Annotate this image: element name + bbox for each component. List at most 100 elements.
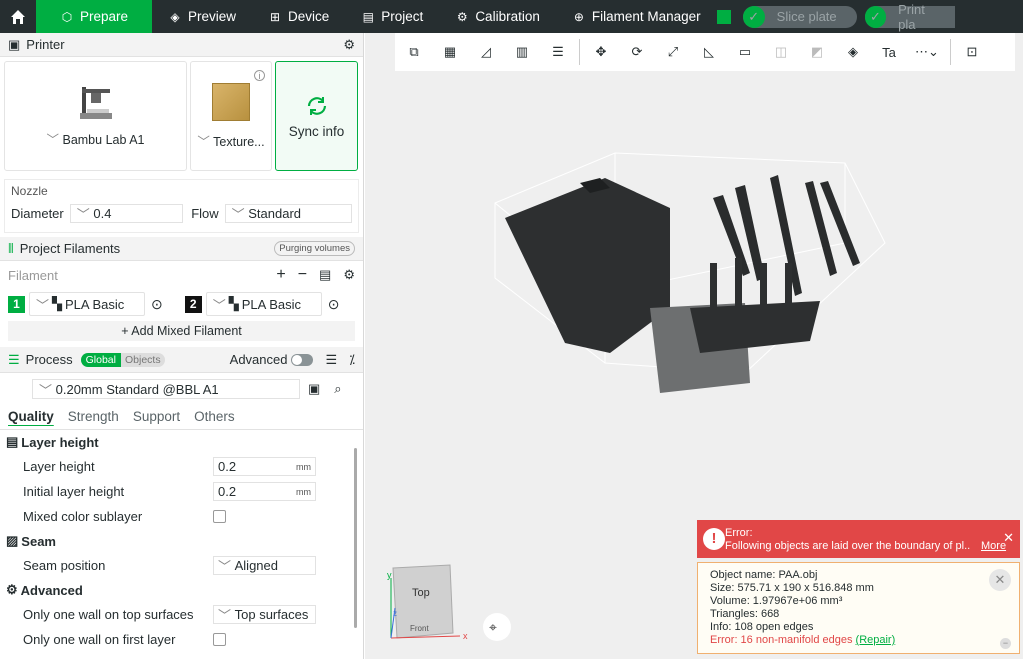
cut-icon[interactable]: ▭ bbox=[730, 37, 760, 67]
tab-preview[interactable]: ◈ Preview bbox=[152, 0, 252, 33]
advanced-toggle[interactable] bbox=[291, 353, 314, 366]
printer-image-icon bbox=[79, 86, 112, 119]
tab-device[interactable]: ⊞ Device bbox=[252, 0, 345, 33]
filament-toolbar: Filament + − ▤ ⚙ bbox=[8, 266, 355, 284]
tab-project[interactable]: ▤ Project bbox=[345, 0, 439, 33]
spool-icon: ▚ bbox=[52, 296, 63, 311]
close-icon[interactable]: ✕ bbox=[989, 569, 1011, 591]
advanced-group: ⚙ Advanced bbox=[6, 582, 83, 598]
move-icon[interactable]: ✥ bbox=[586, 37, 616, 67]
repair-link[interactable]: (Repair) bbox=[856, 634, 896, 646]
process-preset-select[interactable]: ﹀ 0.20mm Standard @BBL A1 bbox=[32, 379, 300, 399]
sync-filament-icon[interactable]: ▤ bbox=[319, 267, 331, 283]
boolean-icon[interactable]: ◫ bbox=[766, 37, 796, 67]
tab-strength[interactable]: Strength bbox=[68, 409, 119, 424]
support-paint-icon[interactable]: ◩ bbox=[802, 37, 832, 67]
tab-quality[interactable]: Quality bbox=[8, 409, 54, 424]
scrollbar[interactable] bbox=[354, 448, 357, 628]
add-icon[interactable]: + bbox=[276, 266, 285, 284]
save-icon[interactable]: ▣ bbox=[308, 381, 320, 397]
collapse-icon[interactable]: − bbox=[1000, 638, 1011, 649]
color-paint-icon[interactable]: ◈ bbox=[838, 37, 868, 67]
print-plate-button[interactable]: ✓ Print pla bbox=[864, 2, 955, 32]
compare-icon[interactable]: ⁒ bbox=[349, 352, 355, 368]
diameter-select[interactable]: ﹀ 0.4 bbox=[69, 204, 184, 223]
assembly-view-icon[interactable]: ⊡ bbox=[957, 37, 987, 67]
close-icon[interactable]: ✕ bbox=[1003, 530, 1014, 546]
plate-select[interactable]: i ﹀ Texture... bbox=[190, 61, 272, 171]
view-cube[interactable]: Top Front x y z bbox=[387, 564, 468, 641]
scale-icon[interactable]: ⤢ bbox=[658, 37, 688, 67]
toolbar: ⧉ ▦ ◿ ▥ ☰ ✥ ⟳ ⤢ ◺ ▭ ◫ ◩ ◈ Ta ⋯⌄ ⊡ bbox=[395, 33, 1015, 71]
add-mixed-filament-button[interactable]: + Add Mixed Filament bbox=[8, 321, 355, 341]
calibration-icon: ⚙ bbox=[456, 9, 468, 24]
chevron-down-icon: ✓ bbox=[742, 5, 765, 28]
filament-manager-icon: ⊕ bbox=[573, 9, 584, 24]
remove-icon[interactable]: − bbox=[298, 266, 307, 284]
layers-icon: ◈ bbox=[170, 9, 180, 24]
search-icon[interactable]: ⌕ bbox=[334, 381, 341, 397]
more-options-icon[interactable]: ⊙ bbox=[151, 296, 163, 313]
auto-orient-icon[interactable]: ◿ bbox=[471, 37, 501, 67]
initial-layer-height-input[interactable]: 0.2 mm bbox=[213, 482, 316, 501]
layout-icon[interactable] bbox=[716, 9, 731, 24]
rotate-icon[interactable]: ⟳ bbox=[622, 37, 652, 67]
tab-filament-manager[interactable]: ⊕ Filament Manager bbox=[556, 0, 717, 33]
more-options-icon[interactable]: ⊙ bbox=[328, 296, 340, 313]
settings-icon[interactable]: ⚙ bbox=[343, 267, 355, 283]
split-icon[interactable]: ☰ bbox=[543, 37, 573, 67]
text-icon[interactable]: Ta bbox=[874, 37, 904, 67]
texture-plate-icon bbox=[212, 82, 250, 121]
cube-icon: ⬡ bbox=[61, 9, 73, 24]
mixed-color-checkbox[interactable] bbox=[213, 510, 226, 523]
tab-support[interactable]: Support bbox=[133, 409, 180, 424]
arrange-icon[interactable]: ▥ bbox=[507, 37, 537, 67]
spool-icon: ▚ bbox=[228, 296, 239, 311]
axis-y-label: y bbox=[387, 570, 392, 580]
tab-calibration[interactable]: ⚙ Calibration bbox=[439, 0, 556, 33]
filament-select-2[interactable]: ﹀ ▚ PLA Basic bbox=[205, 292, 322, 316]
add-plate-icon[interactable]: ▦ bbox=[435, 37, 465, 67]
seam-icon: ▨ bbox=[6, 533, 19, 548]
info-icon: i bbox=[254, 70, 265, 81]
gear-icon[interactable]: ⚙ bbox=[343, 37, 355, 53]
layer-height-input[interactable]: 0.2 mm bbox=[213, 457, 316, 476]
more-tools-icon[interactable]: ⋯⌄ bbox=[910, 37, 944, 67]
project-icon: ▤ bbox=[362, 9, 374, 24]
list-icon[interactable]: ☰ bbox=[325, 352, 337, 368]
process-tabs: Quality Strength Support Others bbox=[0, 405, 363, 427]
filament-list: 1 ﹀ ▚ PLA Basic ⊙ 2 ﹀ ▚ PLA Basic ⊙ bbox=[0, 289, 363, 319]
device-icon: ⊞ bbox=[269, 9, 281, 24]
tab-prepare[interactable]: ⬡ Prepare bbox=[36, 0, 152, 33]
process-icon: ☰ bbox=[8, 351, 20, 367]
printer-select[interactable]: ﹀ Bambu Lab A1 bbox=[4, 61, 187, 171]
layer-height-icon: ▤ bbox=[6, 434, 19, 449]
add-object-icon[interactable]: ⧉ bbox=[399, 37, 429, 67]
model-parts bbox=[505, 175, 860, 393]
filament-number-badge: 2 bbox=[184, 295, 202, 313]
home-button[interactable] bbox=[0, 0, 36, 33]
zoom-to-fit-button[interactable]: ⌖ bbox=[483, 613, 511, 641]
seam-position-select[interactable]: ﹀ Aligned bbox=[213, 556, 316, 575]
printer-icon: ▣ bbox=[8, 36, 21, 52]
slice-plate-button[interactable]: ✓ Slice plate bbox=[742, 5, 857, 28]
flow-select[interactable]: ﹀ Standard bbox=[224, 204, 352, 223]
purging-volumes-button[interactable]: Purging volumes bbox=[274, 241, 355, 256]
one-wall-first-checkbox[interactable] bbox=[213, 633, 226, 646]
one-wall-top-select[interactable]: ﹀ Top surfaces bbox=[213, 605, 316, 624]
view-cube-top-label: Top bbox=[412, 587, 430, 599]
lay-on-face-icon[interactable]: ◺ bbox=[694, 37, 724, 67]
objects-toggle[interactable]: Objects bbox=[120, 352, 165, 367]
global-toggle[interactable]: Global bbox=[80, 352, 121, 367]
sync-icon bbox=[307, 96, 326, 115]
top-bar: ⬡ Prepare ◈ Preview ⊞ Device ▤ Project ⚙ Cali… bbox=[0, 0, 1023, 33]
sync-info-button[interactable]: Sync info bbox=[275, 61, 358, 171]
axis-z-label: z bbox=[393, 609, 397, 618]
tab-others[interactable]: Others bbox=[194, 409, 235, 424]
chevron-down-icon: ✓ bbox=[864, 5, 887, 28]
advanced-icon: ⚙ bbox=[6, 582, 18, 597]
filament-select-1[interactable]: ﹀ ▚ PLA Basic bbox=[29, 292, 145, 316]
left-panel: ▣ Printer ⚙ ﹀ Bambu Lab A1 i ﹀ Texture..… bbox=[0, 33, 364, 659]
home-icon bbox=[11, 9, 25, 24]
filament-icon: ⦀ bbox=[8, 240, 14, 256]
